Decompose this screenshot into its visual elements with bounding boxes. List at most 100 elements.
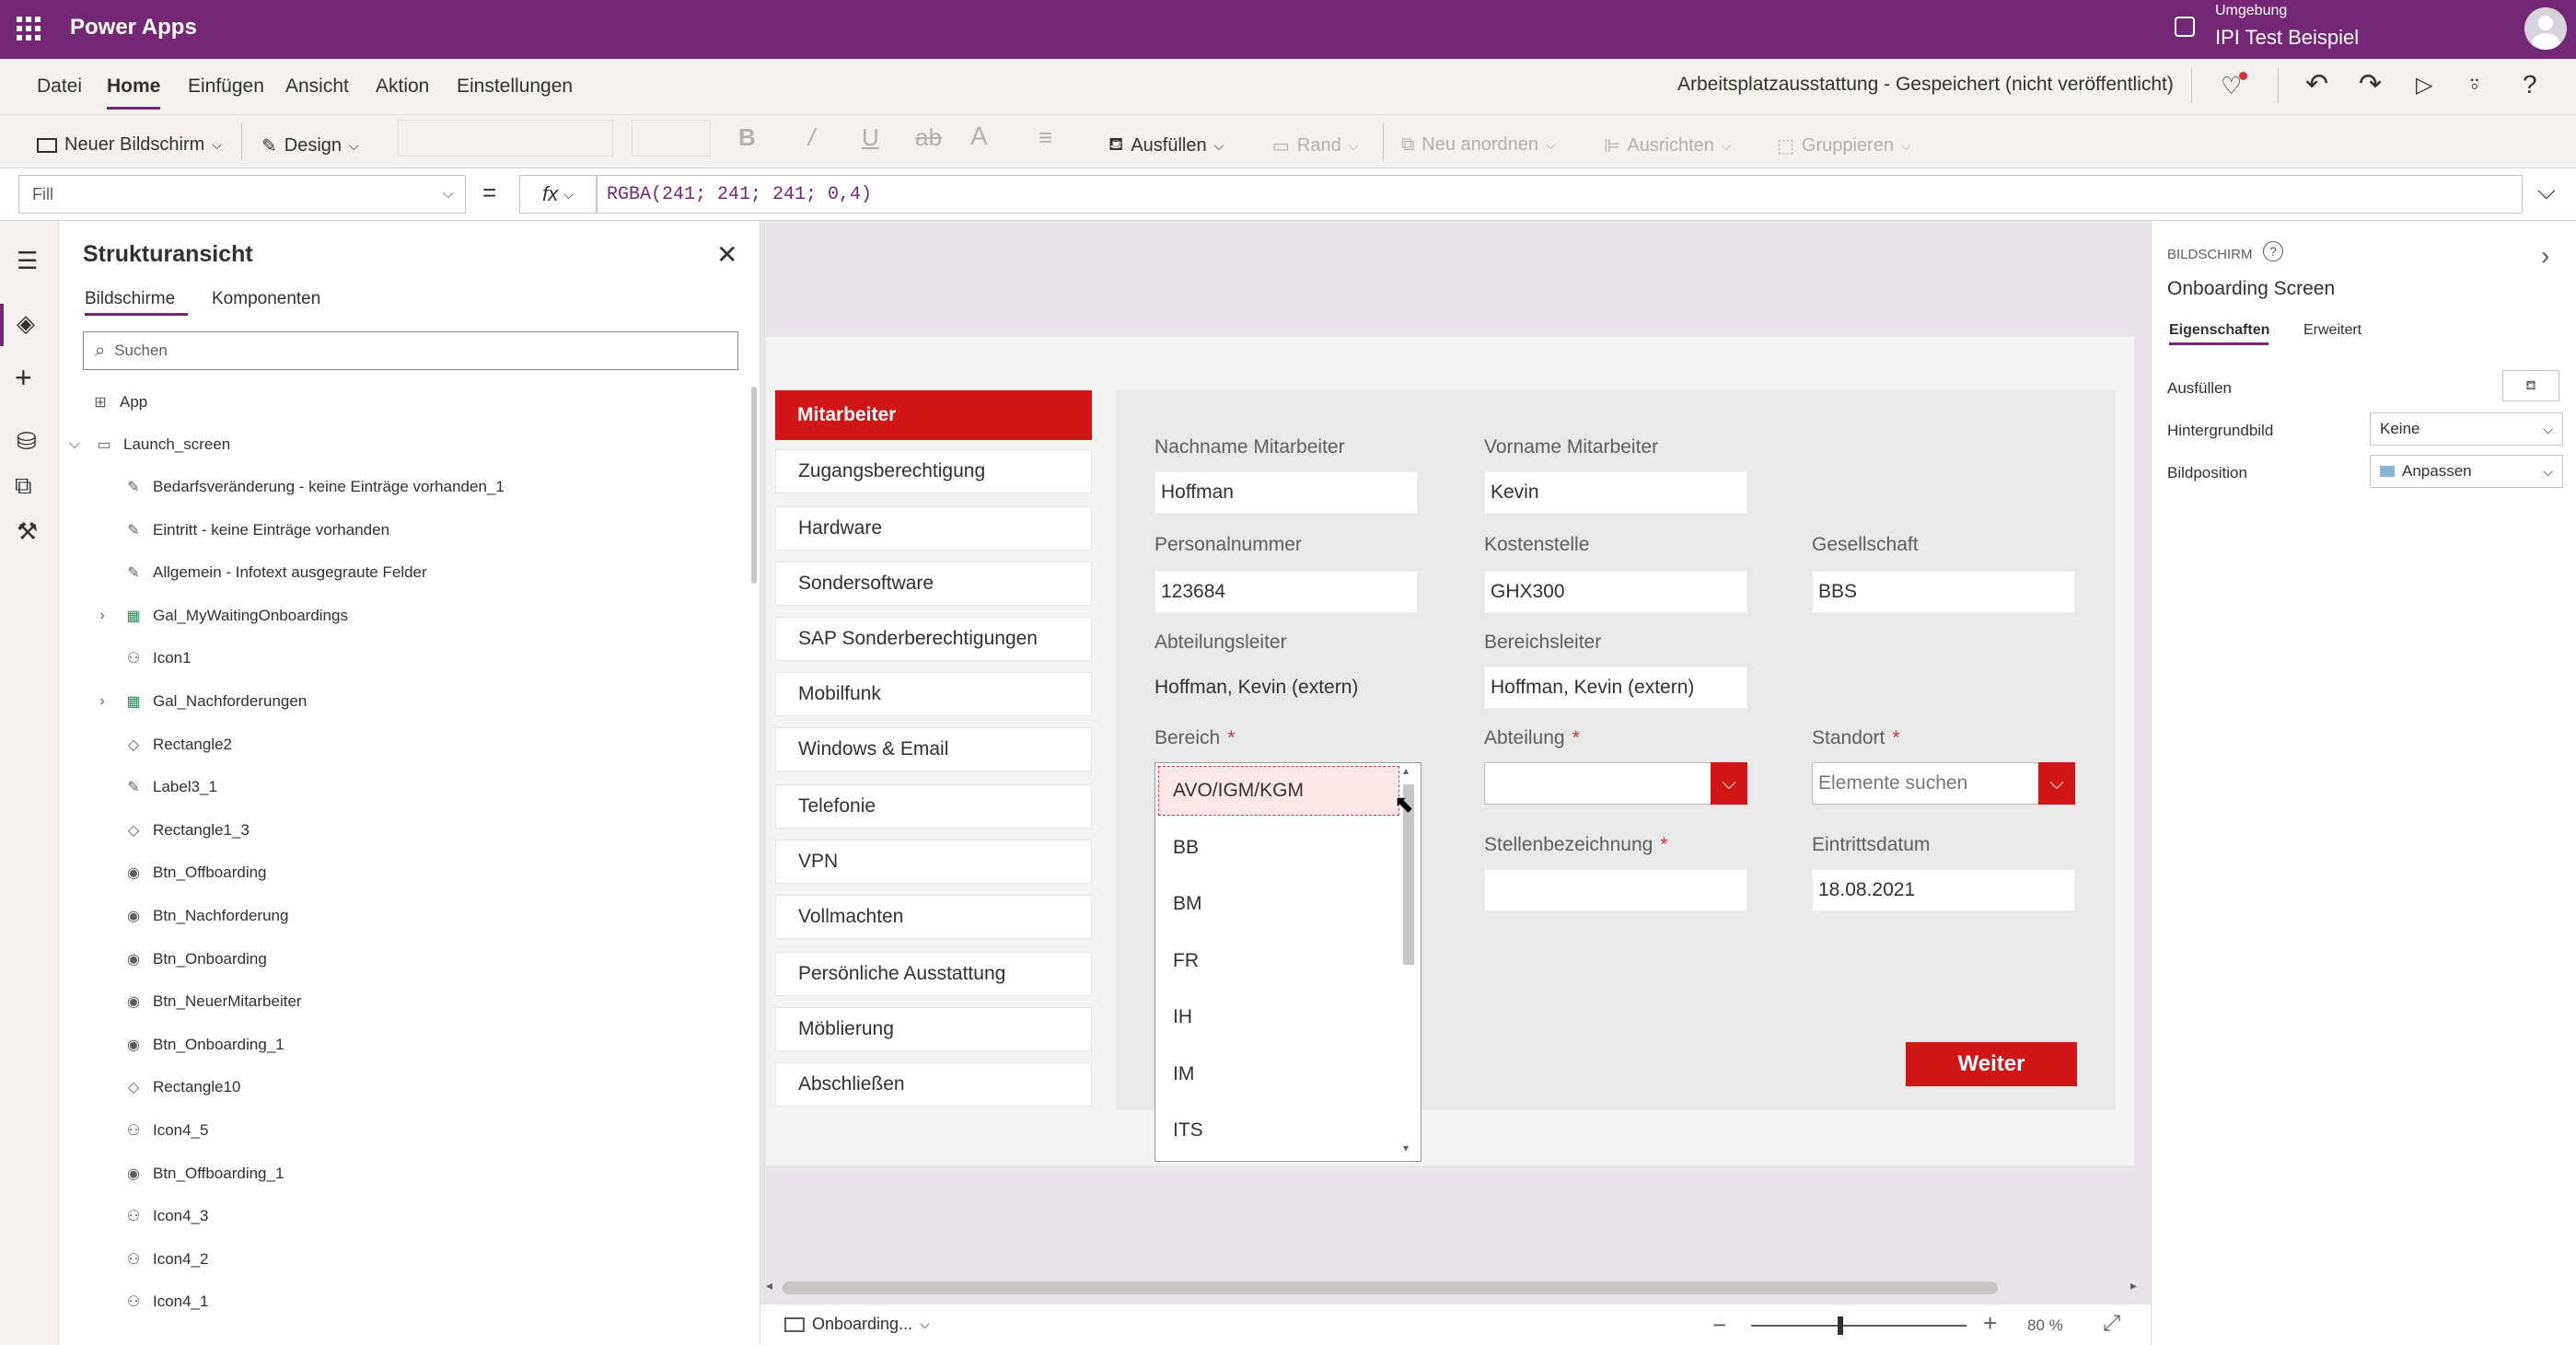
underline-icon[interactable]: U <box>862 123 879 152</box>
screen-name[interactable]: Onboarding Screen <box>2167 278 2335 300</box>
tree-item[interactable]: ⚇ Icon1 <box>123 637 805 679</box>
font-size-select[interactable] <box>632 120 711 157</box>
tree-item[interactable]: ⚇ Icon4_1 <box>123 1281 805 1323</box>
menu-aktion[interactable]: Aktion <box>376 75 429 98</box>
horizontal-scrollbar[interactable] <box>783 1281 1998 1294</box>
menu-einstellungen[interactable]: Einstellungen <box>457 75 573 98</box>
fit-to-window-icon[interactable]: ⤢ <box>2103 1311 2120 1337</box>
tree-item-app[interactable]: ⊞ App <box>90 381 772 423</box>
scroll-up-icon[interactable]: ▴ <box>1403 764 1409 777</box>
tree-item[interactable]: ✎ Bedarfsveränderung - keine Einträge vor… <box>123 466 805 508</box>
nav-button[interactable]: Telefonie <box>775 784 1092 829</box>
chevron-right-icon[interactable]: › <box>92 691 112 712</box>
tab-advanced[interactable]: Erweitert <box>2303 322 2361 339</box>
search-input[interactable]: ⌕ Suchen <box>83 331 738 370</box>
tree-item[interactable]: ◇ Rectangle10 <box>123 1066 805 1108</box>
chevron-right-icon[interactable]: › <box>92 606 112 626</box>
property-select[interactable]: Fill ⌵ <box>18 175 466 214</box>
bold-icon[interactable]: B <box>738 123 756 152</box>
formula-input[interactable]: RGBA(241; 241; 241; 0,4) <box>597 175 2523 214</box>
dropdown-option[interactable]: BB <box>1173 837 1199 859</box>
dropdown-option[interactable]: ITS <box>1173 1119 1203 1142</box>
tab-properties[interactable]: Eigenschaften <box>2169 322 2269 339</box>
strikethrough-icon[interactable]: ab <box>915 123 942 152</box>
nav-button[interactable]: Windows & Email <box>775 727 1092 771</box>
tree-item[interactable]: › ▦ Gal_Nachforderungen <box>99 680 805 723</box>
scroll-right-icon[interactable]: ▸ <box>2130 1278 2137 1293</box>
expand-formula-icon[interactable]: ⌵ <box>2537 177 2556 206</box>
app-name[interactable]: Power Apps <box>70 15 197 41</box>
data-icon[interactable]: ⛁ <box>17 427 37 456</box>
advanced-tools-icon[interactable]: ⚒ <box>17 517 38 546</box>
share-icon[interactable]: ⍤ <box>2467 70 2482 99</box>
gesellschaft-field[interactable]: BBS <box>1812 571 2075 613</box>
vorname-field[interactable]: Kevin <box>1484 471 1747 514</box>
tree-item[interactable]: ⚇ Icon4_3 <box>123 1195 805 1237</box>
zoom-in-icon[interactable]: + <box>1983 1309 1997 1338</box>
bereichsleiter-field[interactable]: Hoffman, Kevin (extern) <box>1484 667 1747 709</box>
tree-item[interactable]: ◉ Btn_Onboarding_1 <box>123 1024 805 1066</box>
tree-item[interactable]: ◇ Rectangle2 <box>123 724 805 766</box>
group-button[interactable]: ⬚ Gruppieren ⌵ <box>1777 134 1911 157</box>
app-launcher-icon[interactable] <box>17 17 41 41</box>
abteilung-chevron-icon[interactable]: ⌵ <box>1711 762 1747 805</box>
tree-item[interactable]: › ▦ Gal_MyWaitingOnboardings <box>99 595 805 637</box>
collapse-pane-icon[interactable]: › <box>2541 241 2549 271</box>
nav-button[interactable]: Mobilfunk <box>775 672 1092 716</box>
close-icon[interactable]: ✕ <box>716 239 737 270</box>
standort-chevron-icon[interactable]: ⌵ <box>2038 762 2075 805</box>
menu-einfuegen[interactable]: Einfügen <box>188 75 264 98</box>
tree-item[interactable]: ✎ Label3_1 <box>123 766 805 808</box>
tree-item[interactable]: ◇ Rectangle1_3 <box>123 809 805 852</box>
design-button[interactable]: ✎ Design ⌵ <box>261 134 359 157</box>
tab-components[interactable]: Komponenten <box>212 289 320 309</box>
eintrittsdatum-field[interactable]: 18.08.2021 <box>1812 869 2075 911</box>
tree-item[interactable]: ◉ Btn_Offboarding_1 <box>123 1153 805 1195</box>
nav-button[interactable]: SAP Sonderberechtigungen <box>775 617 1092 661</box>
reorder-button[interactable]: ⧉ Neu anordnen ⌵ <box>1401 134 1556 156</box>
stellenbezeichnung-field[interactable] <box>1484 869 1747 911</box>
dropdown-option[interactable]: IH <box>1173 1006 1192 1028</box>
tree-item[interactable]: ◉ Btn_Onboarding <box>123 938 805 980</box>
scroll-left-icon[interactable]: ◂ <box>766 1278 772 1293</box>
nachname-field[interactable]: Hoffman <box>1155 471 1418 514</box>
fill-color-picker[interactable]: ⛾ <box>2502 370 2559 401</box>
environment-name[interactable]: IPI Test Beispiel <box>2215 26 2359 50</box>
nav-button[interactable]: Vollmachten <box>775 895 1092 939</box>
font-select[interactable] <box>398 120 613 157</box>
zoom-slider[interactable] <box>1751 1325 1967 1327</box>
menu-ansicht[interactable]: Ansicht <box>285 75 349 98</box>
tree-item[interactable]: ⚇ Icon4_2 <box>123 1238 805 1281</box>
tree-item[interactable]: ◉ Btn_Offboarding <box>123 852 805 894</box>
avatar[interactable] <box>2524 7 2567 50</box>
nav-button[interactable]: Persönliche Ausstattung <box>775 952 1092 996</box>
fx-button[interactable]: fx ⌵ <box>519 175 597 214</box>
tree-item-screen[interactable]: ⌵ ▭ Launch_screen <box>64 423 746 466</box>
info-icon[interactable]: ? <box>2263 241 2283 261</box>
kostenstelle-field[interactable]: GHX300 <box>1484 571 1747 613</box>
dropdown-option[interactable]: IM <box>1173 1063 1194 1085</box>
personalnummer-field[interactable]: 123684 <box>1155 571 1418 613</box>
menu-datei[interactable]: Datei <box>37 75 82 98</box>
hamburger-icon[interactable]: ☰ <box>17 247 38 275</box>
insert-icon[interactable]: + <box>15 361 32 395</box>
tree-item[interactable]: ⚇ Icon4_5 <box>123 1109 805 1152</box>
scroll-down-icon[interactable]: ▾ <box>1403 1142 1409 1154</box>
next-button[interactable]: Weiter <box>1906 1042 2077 1086</box>
zoom-out-icon[interactable]: − <box>1712 1311 1726 1339</box>
border-button[interactable]: ▭ Rand ⌵ <box>1272 134 1358 157</box>
tree-view-icon[interactable]: ◈ <box>17 309 35 338</box>
nav-button[interactable]: Sondersoftware <box>775 562 1092 606</box>
zoom-slider-thumb[interactable] <box>1838 1316 1843 1335</box>
dropdown-option[interactable]: AVO/IGM/KGM <box>1173 780 1304 802</box>
italic-icon[interactable]: / <box>808 123 815 152</box>
dropdown-option[interactable]: FR <box>1173 950 1199 972</box>
nav-button[interactable]: Hardware <box>775 506 1092 551</box>
standort-combobox[interactable]: Elemente suchen <box>1812 762 2075 805</box>
tab-screens[interactable]: Bildschirme <box>85 289 175 309</box>
undo-icon[interactable]: ↶ <box>2305 68 2328 100</box>
media-icon[interactable]: ⧉ <box>15 471 32 501</box>
new-screen-button[interactable]: Neuer Bildschirm ⌵ <box>37 134 222 156</box>
abteilungsleiter-field[interactable]: Hoffman, Kevin (extern) <box>1155 667 1418 709</box>
align-button[interactable]: ⊫ Ausrichten ⌵ <box>1604 134 1732 157</box>
